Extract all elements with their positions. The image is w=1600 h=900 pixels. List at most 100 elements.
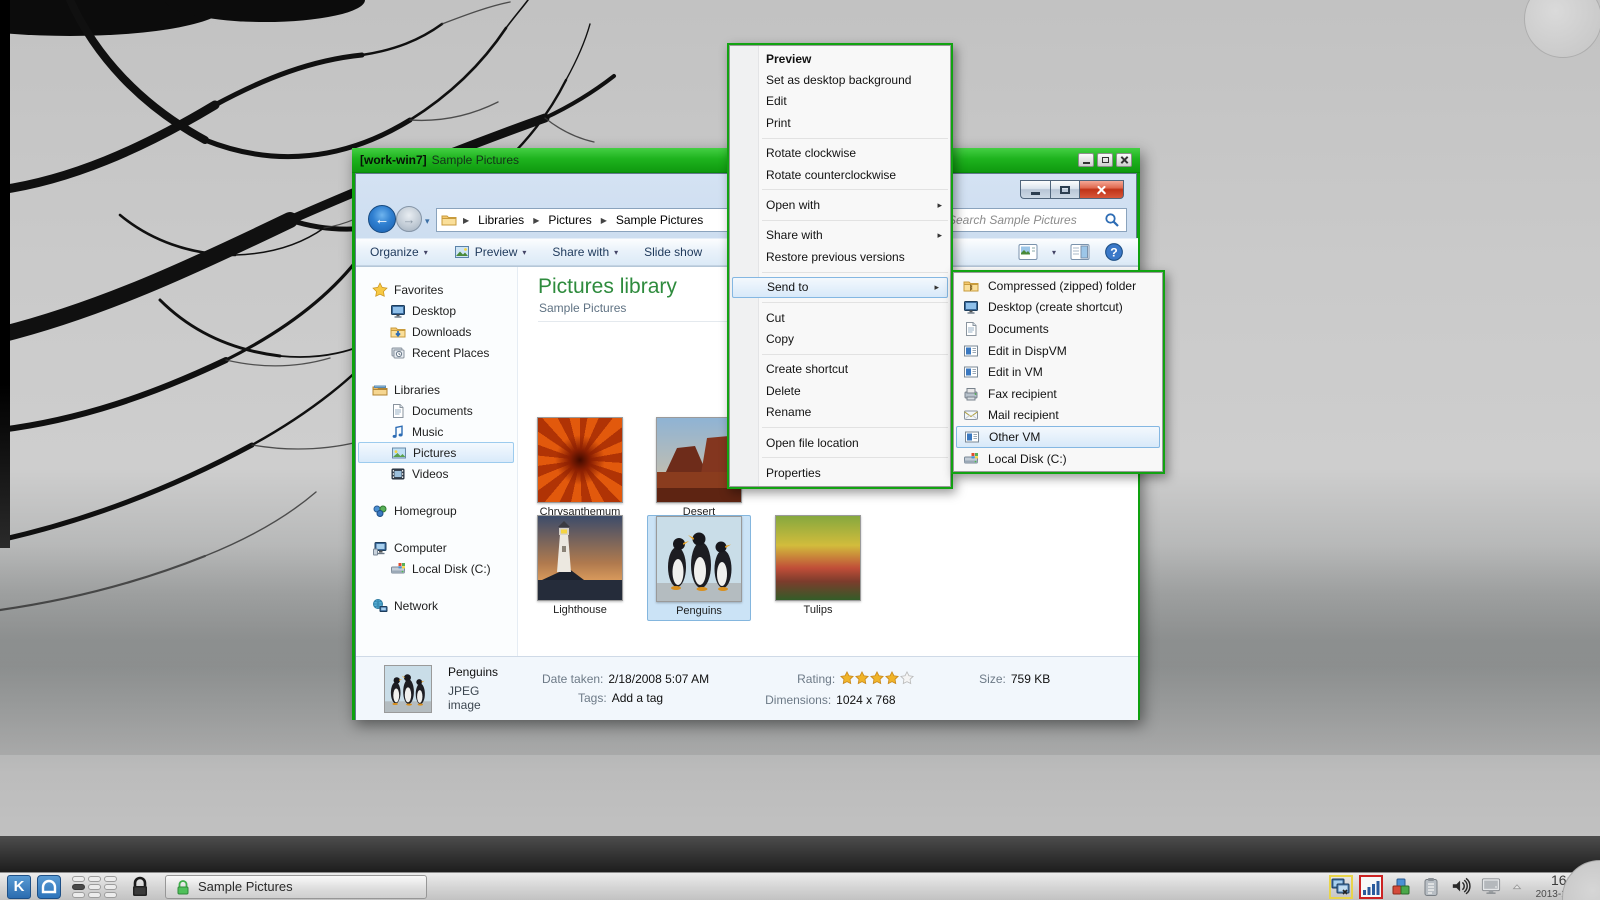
sidebar-item-computer[interactable]: Computer — [356, 537, 517, 558]
context-menu-item-set-as-desktop-background[interactable]: Set as desktop background — [730, 69, 950, 90]
plasma-cashew-top[interactable] — [1524, 0, 1600, 58]
display-icon[interactable] — [1479, 875, 1503, 899]
send-to-item-documents[interactable]: Documents — [954, 318, 1162, 340]
context-menu-item-send-to[interactable]: Send to▸ — [732, 277, 948, 298]
maximize-button[interactable] — [1050, 180, 1080, 199]
send-to-item-desktop-create-shortcut[interactable]: Desktop (create shortcut) — [954, 297, 1162, 319]
sidebar-item-downloads[interactable]: Downloads — [356, 321, 517, 342]
search-box[interactable]: Search Sample Pictures — [941, 208, 1127, 232]
send-to-item-edit-in-dispvm[interactable]: Edit in DispVM — [954, 340, 1162, 362]
tags-value[interactable]: Add a tag — [612, 691, 663, 705]
pager-cell[interactable] — [88, 876, 101, 882]
close-button[interactable] — [1080, 180, 1124, 199]
tray-expander-icon[interactable] — [1509, 875, 1525, 899]
sidebar-item-documents[interactable]: Documents — [356, 400, 517, 421]
sidebar-item-music[interactable]: Music — [356, 421, 517, 442]
toolbar-preview-button[interactable]: Preview▾ — [454, 244, 527, 260]
menu-separator — [762, 189, 948, 190]
volume-icon[interactable] — [1449, 875, 1473, 899]
pager-cell[interactable] — [104, 876, 117, 882]
pager-cell[interactable] — [104, 884, 117, 890]
zip-folder-icon — [963, 278, 979, 294]
sidebar-item-libraries[interactable]: Libraries — [356, 379, 517, 400]
toolbar-share-with-button[interactable]: Share with▾ — [552, 245, 618, 259]
file-tile-penguins[interactable]: Penguins — [647, 515, 751, 621]
star-filled-icon[interactable] — [840, 671, 854, 685]
preview-pane-icon[interactable] — [1070, 243, 1090, 261]
desktop-pager[interactable] — [72, 876, 117, 898]
rating-stars[interactable] — [840, 671, 915, 688]
send-to-item-edit-in-vm[interactable]: Edit in VM — [954, 361, 1162, 383]
network-bars-icon[interactable] — [1359, 875, 1383, 899]
star-filled-icon[interactable] — [870, 671, 884, 685]
context-menu-item-print[interactable]: Print — [730, 112, 950, 133]
history-dropdown-icon[interactable]: ▾ — [425, 216, 430, 227]
pager-cell[interactable] — [72, 892, 85, 898]
sidebar-item-videos[interactable]: Videos — [356, 463, 517, 484]
send-to-item-mail-recipient[interactable]: Mail recipient — [954, 405, 1162, 427]
lock-icon[interactable] — [128, 875, 152, 899]
search-input[interactable]: Search Sample Pictures — [948, 213, 1104, 227]
star-empty-icon[interactable] — [900, 671, 914, 685]
pager-cell[interactable] — [72, 876, 85, 882]
sidebar-item-network[interactable]: Network — [356, 595, 517, 616]
pager-cell[interactable] — [72, 884, 85, 890]
context-menu-item-cut[interactable]: Cut — [730, 307, 950, 328]
send-to-item-compressed-zipped-folder[interactable]: Compressed (zipped) folder — [954, 275, 1162, 297]
sidebar-item-desktop[interactable]: Desktop — [356, 300, 517, 321]
launcher-button[interactable] — [37, 875, 61, 899]
breadcrumb-segment-pictures[interactable]: Pictures — [545, 213, 594, 227]
pager-cell[interactable] — [104, 892, 117, 898]
context-menu-item-share-with[interactable]: Share with▸ — [730, 225, 950, 246]
forward-button[interactable]: → — [396, 206, 422, 232]
star-filled-icon[interactable] — [855, 671, 869, 685]
send-to-item-other-vm[interactable]: Other VM — [956, 426, 1160, 448]
context-menu-item-delete[interactable]: Delete — [730, 380, 950, 401]
views-icon[interactable] — [1018, 243, 1038, 261]
sidebar-item-recent-places[interactable]: Recent Places — [356, 342, 517, 363]
context-menu-item-open-with[interactable]: Open with▸ — [730, 194, 950, 215]
file-tile-chrysanthemum[interactable]: Chrysanthemum — [528, 417, 632, 523]
context-menu-item-properties[interactable]: Properties — [730, 462, 950, 483]
send-to-item-local-disk-c[interactable]: Local Disk (C:) — [954, 448, 1162, 470]
context-menu-item-open-file-location[interactable]: Open file location — [730, 432, 950, 453]
qubes-maximize-button[interactable] — [1097, 153, 1113, 167]
breadcrumb-separator-icon[interactable]: ▶ — [461, 216, 471, 225]
context-menu-item-preview[interactable]: Preview — [730, 48, 950, 69]
context-menu-item-create-shortcut[interactable]: Create shortcut — [730, 359, 950, 380]
breadcrumb-separator-icon[interactable]: ▶ — [599, 216, 609, 225]
sidebar-item-favorites[interactable]: Favorites — [356, 279, 517, 300]
toolbar-slide-show-button[interactable]: Slide show — [644, 245, 702, 259]
context-menu-item-copy[interactable]: Copy — [730, 328, 950, 349]
sidebar-item-homegroup[interactable]: Homegroup — [356, 500, 517, 521]
context-menu-item-rotate-counterclockwise[interactable]: Rotate counterclockwise — [730, 164, 950, 185]
context-menu-item-edit[interactable]: Edit — [730, 91, 950, 112]
breadcrumb-segment-sample-pictures[interactable]: Sample Pictures — [613, 213, 706, 227]
help-icon[interactable]: ? — [1104, 243, 1124, 261]
taskbar-button-sample-pictures[interactable]: Sample Pictures — [165, 875, 427, 899]
file-tile-lighthouse[interactable]: Lighthouse — [528, 515, 632, 621]
magnifier-icon[interactable] — [1104, 212, 1120, 228]
qubes-close-button[interactable] — [1116, 153, 1132, 167]
breadcrumb-separator-icon[interactable]: ▶ — [531, 216, 541, 225]
chevron-down-icon[interactable]: ▾ — [1052, 248, 1056, 257]
pager-cell[interactable] — [88, 884, 101, 890]
sidebar-item-local-disk-c[interactable]: Local Disk (C:) — [356, 558, 517, 579]
context-menu-item-rotate-clockwise[interactable]: Rotate clockwise — [730, 143, 950, 164]
pager-cell[interactable] — [88, 892, 101, 898]
context-menu-item-restore-previous-versions[interactable]: Restore previous versions — [730, 246, 950, 267]
star-filled-icon[interactable] — [885, 671, 899, 685]
context-menu-item-rename[interactable]: Rename — [730, 401, 950, 422]
back-button[interactable]: ← — [368, 205, 396, 233]
sidebar-item-pictures[interactable]: Pictures — [358, 442, 514, 463]
file-tile-tulips[interactable]: Tulips — [766, 515, 870, 621]
minimize-button[interactable] — [1020, 180, 1050, 199]
breadcrumb-segment-libraries[interactable]: Libraries — [475, 213, 527, 227]
clipboard-icon[interactable] — [1419, 875, 1443, 899]
toolbar-organize-button[interactable]: Organize▾ — [370, 245, 428, 259]
vm-devices-icon[interactable] — [1329, 875, 1353, 899]
qubes-cubes-icon[interactable] — [1389, 875, 1413, 899]
qubes-minimize-button[interactable] — [1078, 153, 1094, 167]
send-to-item-fax-recipient[interactable]: Fax recipient — [954, 383, 1162, 405]
kde-menu-button[interactable]: K — [7, 875, 31, 899]
